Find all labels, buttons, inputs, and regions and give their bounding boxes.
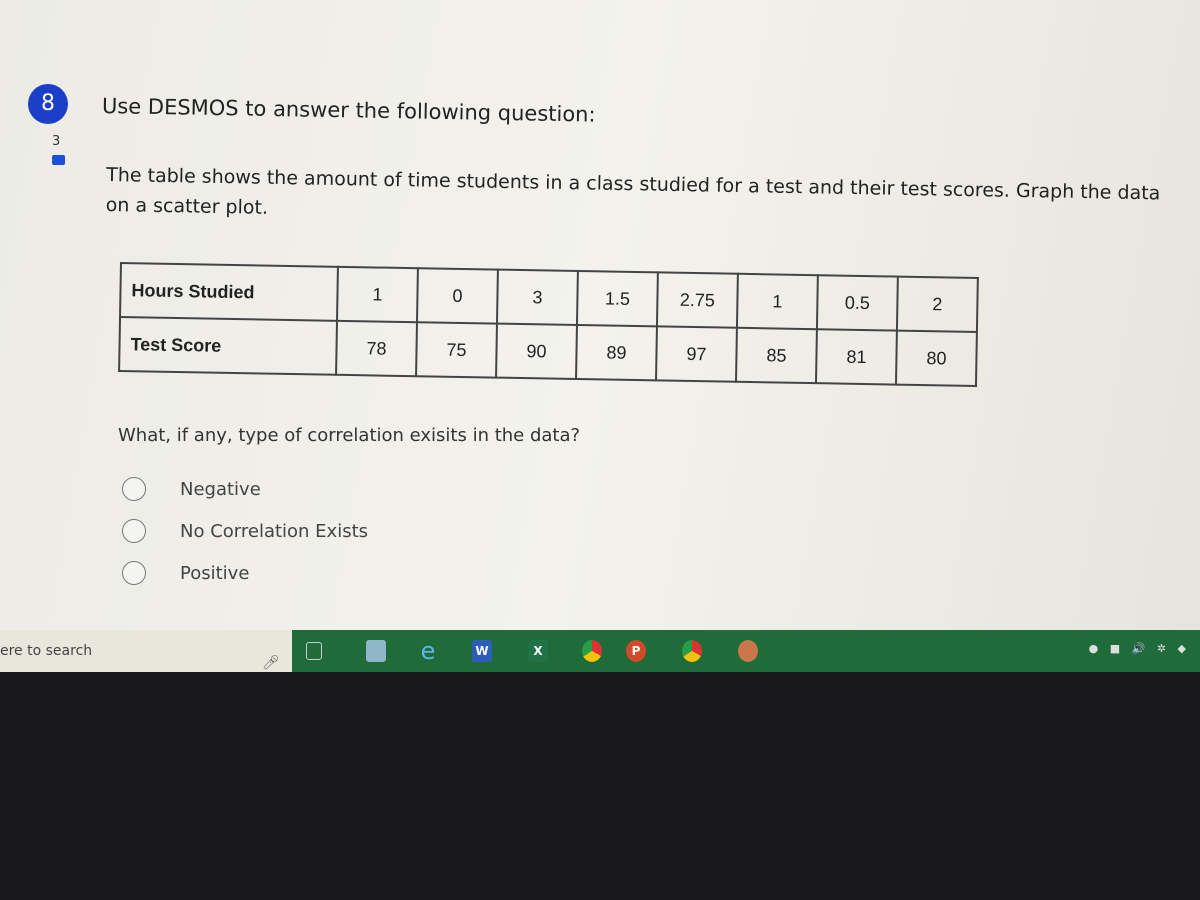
table-cell: 75 (416, 322, 497, 378)
table-cell: 0 (416, 268, 498, 324)
task-view-icon[interactable] (306, 642, 322, 660)
table-cell: 1.5 (576, 270, 658, 327)
table-cell: 85 (736, 327, 817, 384)
row-header: Test Score (119, 317, 338, 375)
table-cell: 3 (496, 269, 578, 325)
excel-icon[interactable]: X (528, 640, 548, 662)
radio-button[interactable] (122, 477, 146, 501)
table-cell: 90 (496, 323, 577, 379)
table-cell: 78 (336, 320, 417, 377)
table-cell: 1 (337, 266, 418, 323)
table-cell: 1 (736, 273, 818, 330)
microphone-icon[interactable]: 🎤︎ (262, 642, 280, 684)
taskbar: ere to search 🎤︎ e W X P ● ■ 🔊 ✲ ◆ (0, 630, 1200, 672)
row-header: Hours Studied (120, 263, 338, 321)
word-icon[interactable]: W (472, 640, 492, 662)
table-cell: 81 (815, 329, 897, 385)
table-cell: 89 (576, 324, 657, 381)
table-cell: 2.75 (656, 272, 738, 328)
comment-icon[interactable] (52, 155, 65, 165)
option-label: No Correlation Exists (180, 520, 369, 542)
file-explorer-icon[interactable] (366, 640, 386, 662)
app-icon[interactable] (738, 640, 758, 662)
option-label: Positive (180, 562, 250, 584)
radio-button[interactable] (122, 561, 146, 585)
question-prompt: Use DESMOS to answer the following quest… (101, 94, 596, 127)
option-positive[interactable]: Positive (122, 561, 249, 585)
radio-button[interactable] (122, 519, 146, 543)
correlation-question: What, if any, type of correlation exisit… (118, 425, 581, 446)
data-table: Hours Studied 1 0 3 1.5 2.75 1 0.5 2 Tes… (118, 262, 979, 387)
search-placeholder: ere to search (0, 643, 93, 659)
internet-explorer-icon[interactable]: e (418, 639, 438, 663)
chrome-icon[interactable] (582, 640, 602, 662)
chrome-icon[interactable] (682, 640, 702, 662)
powerpoint-icon[interactable]: P (626, 640, 646, 662)
option-negative[interactable]: Negative (122, 477, 261, 501)
points-label: 3 (52, 134, 61, 149)
quiz-screen: 8 3 Use DESMOS to answer the following q… (0, 0, 1200, 632)
question-number-badge[interactable]: 8 (28, 84, 68, 124)
option-no-correlation[interactable]: No Correlation Exists (122, 519, 368, 543)
table-cell: 0.5 (816, 275, 898, 331)
option-label: Negative (180, 478, 261, 500)
system-tray[interactable]: ● ■ 🔊 ✲ ◆ (1089, 642, 1190, 655)
table-cell: 80 (895, 330, 977, 386)
taskbar-search[interactable]: ere to search 🎤︎ (0, 630, 292, 672)
table-cell: 2 (896, 276, 978, 332)
table-cell: 97 (656, 326, 737, 382)
question-description: The table shows the amount of time stude… (105, 164, 1161, 219)
